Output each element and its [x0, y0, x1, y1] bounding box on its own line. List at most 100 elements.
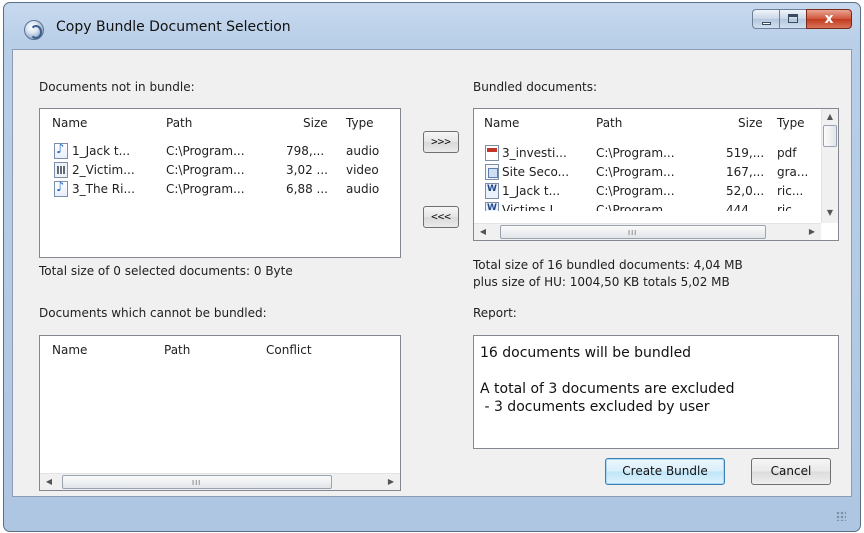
report-line: A total of 3 documents are excluded	[480, 381, 735, 397]
list-item[interactable]: 3_investi... C:\Program... 519,... pdf	[474, 144, 823, 163]
dialog-window: Copy Bundle Document Selection x Documen…	[3, 2, 861, 532]
vertical-scrollbar[interactable]: ▲ ▼	[821, 109, 838, 223]
cell-type: ric...	[777, 203, 804, 211]
video-file-icon	[54, 162, 68, 178]
scroll-down-icon[interactable]: ▼	[825, 208, 835, 218]
cell-path: C:\Program...	[166, 182, 245, 196]
cell-path: C:\Program...	[166, 163, 245, 177]
minimize-icon	[762, 22, 771, 25]
cell-name: 2_Victim...	[72, 163, 135, 177]
status-bar	[12, 497, 852, 527]
report-label: Report:	[473, 306, 517, 320]
cell-type: pdf	[777, 146, 797, 160]
cell-size: 167,...	[726, 165, 765, 179]
richtext-file-icon	[485, 183, 499, 199]
column-header-name[interactable]: Name	[484, 116, 519, 130]
cell-path: C:\Program...	[596, 146, 675, 160]
column-header-type[interactable]: Type	[346, 116, 374, 130]
list-item[interactable]: Victims I... C:\Program... 444,... ric..…	[474, 201, 823, 211]
scroll-thumb[interactable]: III	[500, 225, 766, 239]
title-bar[interactable]: Copy Bundle Document Selection x	[4, 3, 860, 49]
column-header-size[interactable]: Size	[738, 116, 763, 130]
cell-name: Victims I...	[502, 203, 565, 211]
remove-from-bundle-button[interactable]: <<<	[423, 206, 459, 228]
cell-name: 1_Jack t...	[502, 184, 561, 198]
audio-file-icon	[54, 142, 68, 159]
scroll-grip: III	[628, 229, 638, 237]
create-bundle-button[interactable]: Create Bundle	[605, 458, 725, 485]
scroll-left-icon[interactable]: ◀	[44, 477, 54, 487]
not-in-bundle-label: Documents not in bundle:	[39, 80, 195, 94]
column-header-name[interactable]: Name	[52, 116, 87, 130]
cell-type: gra...	[777, 165, 809, 179]
report-box: 16 documents will be bundled A total of …	[473, 335, 839, 449]
maximize-icon	[788, 14, 798, 23]
column-header-type[interactable]: Type	[777, 116, 805, 130]
window-controls: x	[752, 9, 852, 29]
cell-size: 519,...	[726, 146, 765, 160]
dialog-client-area: Documents not in bundle: Name Path Size …	[12, 49, 852, 497]
report-line	[480, 362, 832, 380]
horizontal-scrollbar[interactable]: ◀ III ▶	[474, 223, 821, 240]
app-icon	[24, 20, 44, 40]
cell-name: 3_investi...	[502, 146, 567, 160]
column-header-size[interactable]: Size	[303, 116, 328, 130]
not-in-bundle-list[interactable]: Name Path Size Type 1_Jack t... C:\Progr…	[39, 108, 401, 258]
list-header: Name Path Size Type	[474, 109, 821, 135]
list-item[interactable]: 3_The Ri... C:\Program... 6,88 ... audio	[40, 180, 400, 199]
richtext-file-icon	[485, 202, 499, 211]
pdf-file-icon	[485, 145, 499, 161]
cannot-bundle-list[interactable]: Name Path Conflict ◀ III ▶	[39, 335, 401, 491]
scroll-up-icon[interactable]: ▲	[825, 112, 835, 122]
selected-total-text: Total size of 0 selected documents: 0 By…	[39, 264, 293, 278]
cannot-bundle-label: Documents which cannot be bundled:	[39, 306, 267, 320]
list-header: Name Path Size Type	[40, 109, 400, 135]
cell-path: C:\Program...	[596, 203, 675, 211]
cell-type: video	[346, 163, 379, 177]
cell-type: audio	[346, 144, 380, 158]
column-header-conflict[interactable]: Conflict	[266, 343, 312, 357]
cell-size: 6,88 ...	[286, 182, 328, 196]
audio-file-icon	[54, 180, 68, 197]
column-header-path[interactable]: Path	[164, 343, 190, 357]
close-icon: x	[824, 11, 834, 27]
cell-path: C:\Program...	[596, 165, 675, 179]
add-to-bundle-button[interactable]: >>>	[423, 131, 459, 153]
close-button[interactable]: x	[806, 9, 852, 29]
list-item[interactable]: 2_Victim... C:\Program... 3,02 ... video	[40, 161, 400, 180]
scroll-thumb[interactable]	[823, 125, 837, 147]
list-item[interactable]: 1_Jack t... C:\Program... 52,0... ric...	[474, 182, 823, 201]
scroll-thumb[interactable]: III	[62, 475, 332, 489]
cell-name: 1_Jack t...	[72, 144, 131, 158]
list-header: Name Path Conflict	[40, 336, 400, 362]
horizontal-scrollbar[interactable]: ◀ III ▶	[40, 473, 400, 490]
column-header-path[interactable]: Path	[596, 116, 622, 130]
scroll-right-icon[interactable]: ▶	[807, 227, 817, 237]
window-title: Copy Bundle Document Selection	[56, 19, 291, 35]
report-line: - 3 documents excluded by user	[480, 399, 710, 415]
scroll-left-icon[interactable]: ◀	[478, 227, 488, 237]
bundled-total-line2: plus size of HU: 1004,50 KB totals 5,02 …	[473, 275, 730, 289]
minimize-button[interactable]	[752, 9, 779, 29]
bundled-total-line1: Total size of 16 bundled documents: 4,04…	[473, 258, 743, 272]
cell-name: 3_The Ri...	[72, 182, 135, 196]
cell-path: C:\Program...	[166, 144, 245, 158]
scroll-grip: III	[192, 479, 202, 487]
maximize-button[interactable]	[779, 9, 806, 29]
scroll-right-icon[interactable]: ▶	[386, 477, 396, 487]
cancel-button[interactable]: Cancel	[751, 458, 831, 485]
column-header-path[interactable]: Path	[166, 116, 192, 130]
cell-size: 52,0...	[726, 184, 765, 198]
graphic-file-icon	[485, 164, 499, 180]
list-item[interactable]: 1_Jack t... C:\Program... 798,... audio	[40, 142, 400, 161]
cell-size: 444,...	[726, 203, 765, 211]
bundled-list[interactable]: Name Path Size Type 3_investi... C:\Prog…	[473, 108, 839, 241]
list-item[interactable]: Site Seco... C:\Program... 167,... gra..…	[474, 163, 823, 182]
cell-type: ric...	[777, 184, 804, 198]
cell-size: 798,...	[286, 144, 325, 158]
resize-grip-icon[interactable]	[836, 511, 846, 521]
cell-size: 3,02 ...	[286, 163, 328, 177]
cell-path: C:\Program...	[596, 184, 675, 198]
column-header-name[interactable]: Name	[52, 343, 87, 357]
cell-name: Site Seco...	[502, 165, 570, 179]
